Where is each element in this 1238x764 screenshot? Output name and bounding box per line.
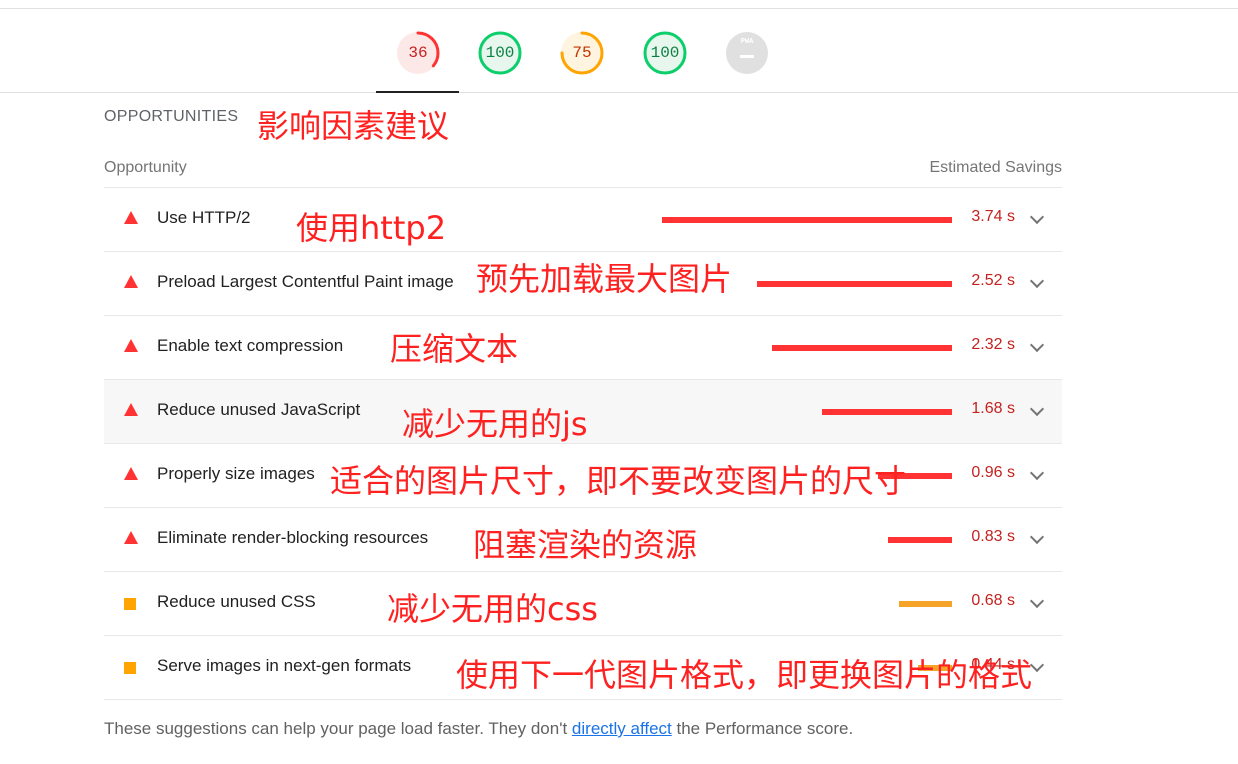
chevron-down-icon[interactable] [1029, 657, 1045, 673]
fail-triangle-icon [124, 211, 138, 224]
fail-triangle-icon [124, 467, 138, 480]
opportunity-label: Properly size images [157, 464, 315, 483]
savings-value: 0.96 s [971, 464, 1015, 481]
chevron-down-icon[interactable] [1029, 465, 1045, 481]
annotation-note: 阻塞渲染的资源 [473, 526, 698, 564]
annotation-note: 压缩文本 [390, 330, 519, 368]
chevron-down-icon[interactable] [1029, 209, 1045, 225]
gauge-accessibility-score: 100 [485, 44, 515, 62]
gauge-best-practices-score: 75 [572, 44, 592, 62]
chevron-down-icon[interactable] [1029, 593, 1045, 609]
opportunity-label: Eliminate render-blocking resources [157, 528, 429, 547]
directly-affect-link[interactable]: directly affect [572, 719, 672, 738]
opportunity-row[interactable]: Use HTTP/2 3.74 s [104, 188, 1062, 252]
average-square-icon [124, 662, 136, 674]
column-header-savings: Estimated Savings [929, 159, 1062, 176]
savings-value: 0.68 s [971, 592, 1015, 609]
footer-text-end: the Performance score. [671, 719, 854, 738]
fail-triangle-icon [124, 275, 138, 288]
opportunity-label: Enable text compression [157, 336, 344, 355]
average-square-icon [124, 598, 136, 610]
annotation-note: 影响因素建议 [257, 107, 450, 145]
active-gauge-indicator [376, 91, 459, 93]
fail-triangle-icon [124, 531, 138, 544]
savings-bar [662, 217, 952, 223]
gauge-seo-score: 100 [650, 44, 680, 62]
gauge-accessibility[interactable]: 100 [478, 31, 522, 75]
savings-bar [899, 601, 952, 607]
savings-bar [772, 345, 952, 351]
opportunity-row[interactable]: Enable text compression 2.32 s [104, 316, 1062, 380]
chevron-down-icon[interactable] [1029, 401, 1045, 417]
savings-value: 0.83 s [971, 528, 1015, 545]
annotation-note: 减少无用的js [402, 405, 588, 443]
opportunity-label: Serve images in next-gen formats [157, 656, 412, 675]
chevron-down-icon[interactable] [1029, 273, 1045, 289]
savings-value: 3.74 s [971, 208, 1015, 225]
opportunity-label: Reduce unused JavaScript [157, 400, 361, 419]
footer-note: These suggestions can help your page loa… [104, 719, 853, 739]
fail-triangle-icon [124, 403, 138, 416]
annotation-note: 适合的图片尺寸，即不要改变图片的尺寸 [330, 462, 907, 500]
chevron-down-icon[interactable] [1029, 337, 1045, 353]
gauge-pwa-label: PWA [740, 38, 754, 46]
savings-bar [757, 281, 952, 287]
opportunity-label: Preload Largest Contentful Paint image [157, 272, 454, 291]
category-gauges-bar: 36 100 75 100 PWA [0, 9, 1238, 93]
savings-value: 1.68 s [971, 400, 1015, 417]
gauge-pwa[interactable]: PWA [725, 31, 769, 75]
gauge-performance-score: 36 [408, 44, 428, 62]
savings-value: 2.32 s [971, 336, 1015, 353]
annotation-note: 减少无用的css [387, 590, 598, 628]
annotation-note: 使用http2 [296, 209, 447, 247]
section-title: OPPORTUNITIES [104, 108, 239, 125]
gauge-best-practices[interactable]: 75 [560, 31, 604, 75]
fail-triangle-icon [124, 339, 138, 352]
annotation-note: 使用下一代图片格式，即更换图片的格式 [456, 656, 1033, 694]
gauge-performance[interactable]: 36 [396, 31, 440, 75]
gauge-seo[interactable]: 100 [643, 31, 687, 75]
savings-bar [888, 537, 952, 543]
savings-value: 2.52 s [971, 272, 1015, 289]
footer-text: These suggestions can help your page loa… [104, 719, 572, 738]
chevron-down-icon[interactable] [1029, 529, 1045, 545]
column-header-opportunity: Opportunity [104, 159, 187, 176]
annotation-note: 预先加载最大图片 [476, 260, 733, 298]
opportunity-label: Use HTTP/2 [157, 208, 251, 227]
savings-bar [822, 409, 952, 415]
opportunity-label: Reduce unused CSS [157, 592, 316, 611]
table-header: Opportunity Estimated Savings [104, 155, 1062, 188]
